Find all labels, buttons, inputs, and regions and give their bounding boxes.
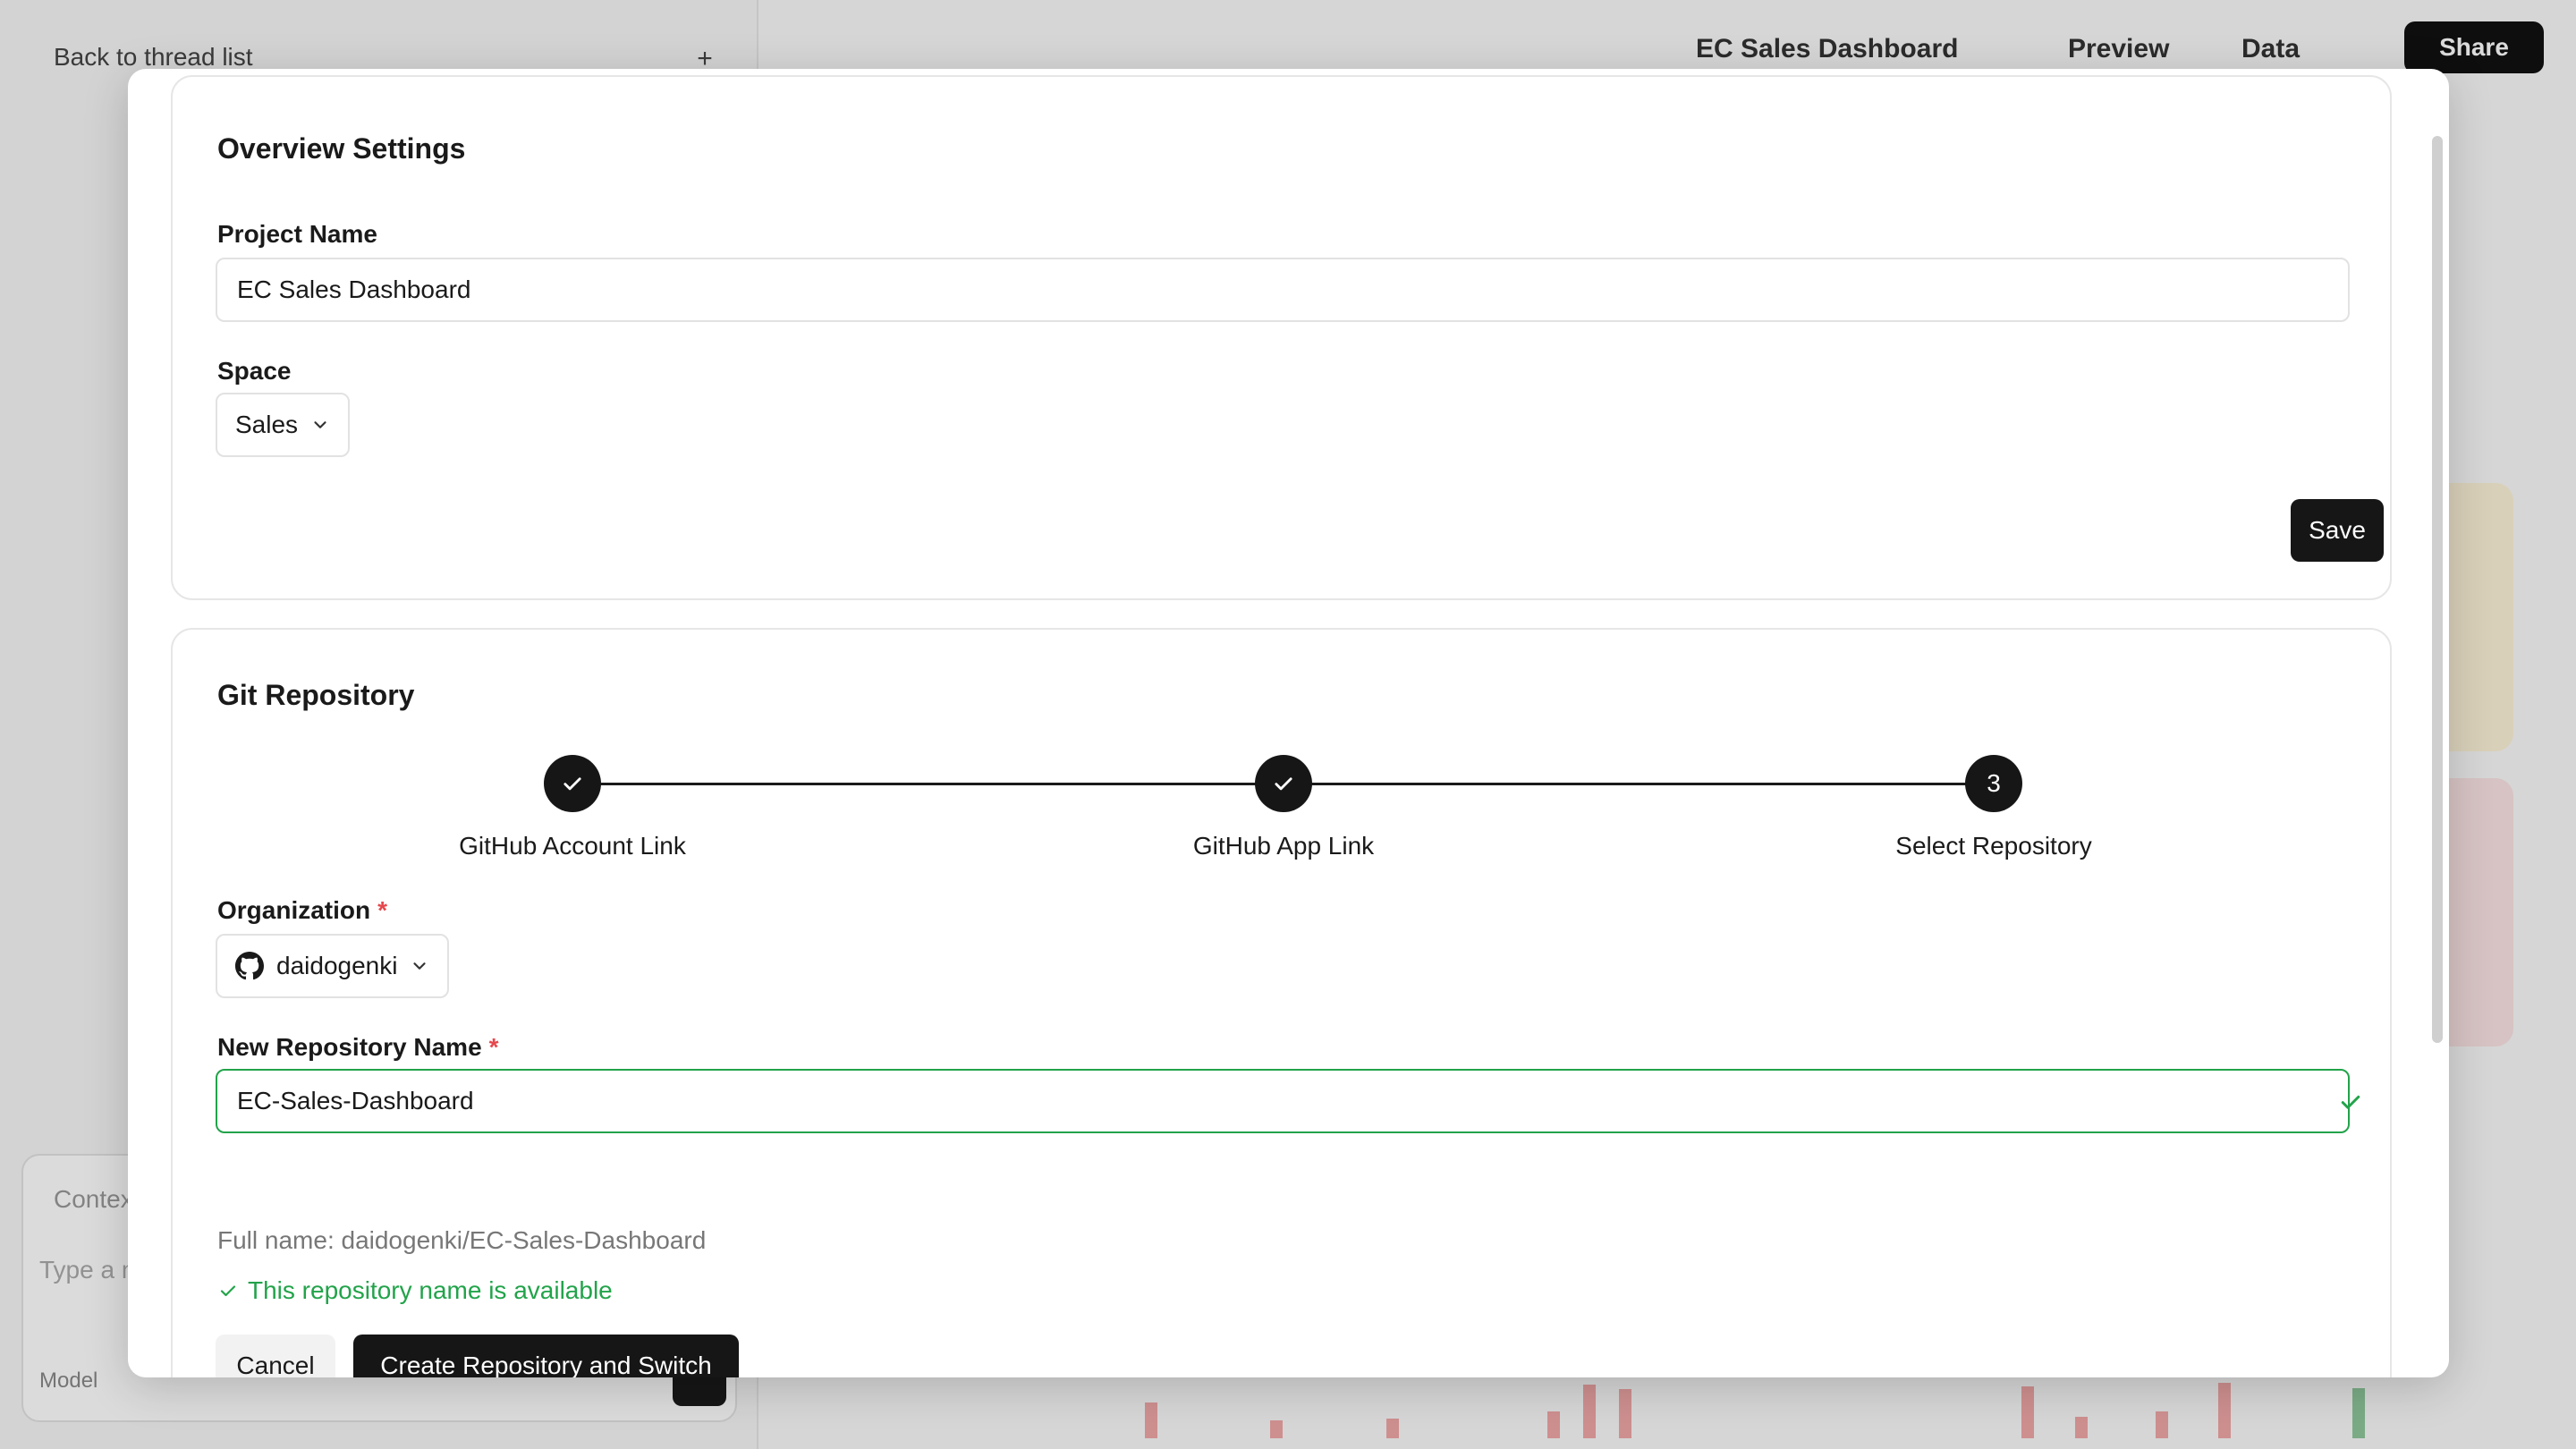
chevron-down-icon (314, 421, 326, 428)
required-asterisk: * (377, 896, 388, 924)
project-settings-modal: Overview Settings Project Name Space Sal… (128, 69, 2449, 1377)
valid-check-icon (2341, 1095, 2360, 1109)
availability-message: This repository name is available (217, 1276, 613, 1305)
check-icon (1275, 777, 1292, 791)
step-1-label: GitHub Account Link (459, 832, 686, 860)
check-icon (564, 777, 581, 791)
step-2-label: GitHub App Link (1192, 832, 1375, 860)
repo-name-input[interactable] (216, 1069, 2350, 1133)
step-2-complete (1255, 755, 1312, 812)
space-select-value: Sales (235, 411, 299, 438)
modal-scrollbar[interactable] (2432, 136, 2443, 1043)
github-icon (235, 952, 264, 980)
step-connector (584, 783, 1270, 785)
git-repository-title: Git Repository (217, 679, 415, 711)
step-3-number: 3 (1987, 769, 2001, 797)
git-repository-card: Git Repository GitHub Account Link GitHu… (171, 628, 2392, 1377)
space-select[interactable]: Sales (216, 393, 351, 457)
project-name-input[interactable] (216, 258, 2350, 322)
organization-select[interactable]: daidogenki (216, 934, 450, 998)
repo-name-label: New Repository Name * (217, 1033, 499, 1062)
chevron-down-icon (413, 962, 427, 970)
organization-label-text: Organization (217, 896, 371, 924)
space-label: Space (217, 357, 292, 385)
save-button[interactable]: Save (2291, 499, 2384, 562)
step-1-complete (544, 755, 601, 812)
step-3-current: 3 (1965, 755, 2022, 812)
step-connector (1295, 783, 1981, 785)
repo-full-name-hint: Full name: daidogenki/EC-Sales-Dashboard (217, 1226, 707, 1254)
required-asterisk: * (488, 1033, 499, 1061)
repo-name-label-text: New Repository Name (217, 1033, 482, 1061)
create-repository-button[interactable]: Create Repository and Switch (353, 1335, 739, 1377)
organization-label: Organization * (217, 896, 387, 925)
organization-select-value: daidogenki (276, 952, 398, 979)
step-3-label: Select Repository (1895, 832, 2092, 860)
availability-text: This repository name is available (248, 1276, 613, 1304)
overview-settings-title: Overview Settings (217, 132, 466, 165)
project-name-label: Project Name (217, 220, 377, 248)
cancel-button[interactable]: Cancel (216, 1335, 335, 1377)
check-icon (220, 1285, 236, 1297)
overview-settings-card: Overview Settings Project Name Space Sal… (171, 75, 2392, 600)
